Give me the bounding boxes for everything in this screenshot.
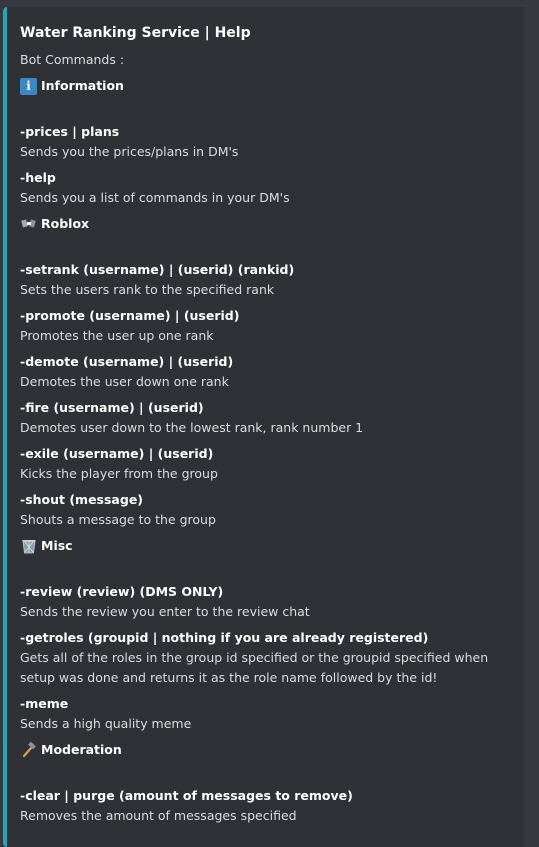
command-item: -review (review) (DMS ONLY) Sends the re… <box>20 582 514 622</box>
command-description: Sends a high quality meme <box>20 716 192 731</box>
command-name: -setrank (username) | (userid) (rankid) <box>20 262 295 277</box>
command-name: -getroles (groupid | nothing if you are … <box>20 630 429 645</box>
command-item: -setrank (username) | (userid) (rankid) … <box>20 260 514 300</box>
section-heading-moderation: Moderation <box>20 740 514 760</box>
command-name: -demote (username) | (userid) <box>20 354 234 369</box>
command-description: Sends you a list of commands in your DM'… <box>20 190 290 205</box>
command-description: Demotes user down to the lowest rank, ra… <box>20 420 364 435</box>
command-description: Sends the review you enter to the review… <box>20 604 310 619</box>
command-name: -help <box>20 170 56 185</box>
command-description: Sets the users rank to the specified ran… <box>20 282 275 297</box>
command-item: -getroles (groupid | nothing if you are … <box>20 628 514 688</box>
command-item: -meme Sends a high quality meme <box>20 694 514 734</box>
command-name: -review (review) (DMS ONLY) <box>20 584 224 599</box>
command-description: Sends you the prices/plans in DM's <box>20 144 239 159</box>
command-description: Demotes the user down one rank <box>20 374 229 389</box>
command-item: -shout (message) Shouts a message to the… <box>20 490 514 530</box>
command-description: Gets all of the roles in the group id sp… <box>20 650 489 685</box>
command-description: Kicks the player from the group <box>20 466 218 481</box>
section-title: Information <box>41 78 124 93</box>
command-name: -fire (username) | (userid) <box>20 400 204 415</box>
command-item: -exile (username) | (userid) Kicks the p… <box>20 444 514 484</box>
wastebasket-icon <box>20 538 37 555</box>
hammer-icon <box>20 742 37 759</box>
section-heading-roblox: Roblox <box>20 214 514 234</box>
section-heading-misc: Misc <box>20 536 514 556</box>
command-item: -promote (username) | (userid) Promotes … <box>20 306 514 346</box>
command-item: -fire (username) | (userid) Demotes user… <box>20 398 514 438</box>
command-item: -demote (username) | (userid) Demotes th… <box>20 352 514 392</box>
command-item: -help Sends you a list of commands in yo… <box>20 168 514 208</box>
bot-commands-label: Bot Commands : <box>20 52 125 67</box>
section-heading-information: i Information <box>20 76 514 96</box>
command-name: -prices | plans <box>20 124 120 139</box>
section-title: Moderation <box>41 742 122 757</box>
command-name: -clear | purge (amount of messages to re… <box>20 788 353 803</box>
roblox-icon <box>20 216 37 233</box>
command-name: -exile (username) | (userid) <box>20 446 214 461</box>
section-title: Misc <box>41 538 73 553</box>
command-item: -clear | purge (amount of messages to re… <box>20 786 514 826</box>
section-title: Roblox <box>41 216 90 231</box>
command-description: Shouts a message to the group <box>20 512 216 527</box>
embed-description: Bot Commands : i Information -prices | p… <box>20 50 514 826</box>
command-name: -shout (message) <box>20 492 144 507</box>
help-embed: Water Ranking Service | Help Bot Command… <box>3 7 524 847</box>
command-description: Removes the amount of messages specified <box>20 808 297 823</box>
command-item: -prices | plans Sends you the prices/pla… <box>20 122 514 162</box>
command-name: -promote (username) | (userid) <box>20 308 240 323</box>
command-description: Promotes the user up one rank <box>20 328 214 343</box>
information-icon: i <box>20 77 37 95</box>
embed-title: Water Ranking Service | Help <box>20 25 251 41</box>
command-name: -meme <box>20 696 69 711</box>
